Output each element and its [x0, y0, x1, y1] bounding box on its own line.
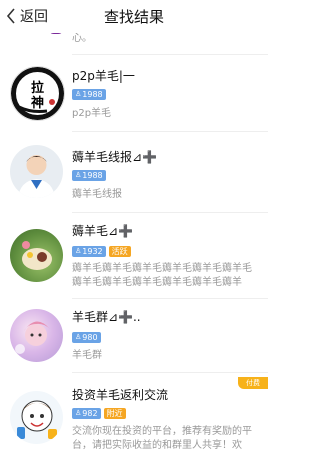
avatar — [10, 145, 63, 198]
list-item-name: 投资羊毛返利交流 — [72, 388, 169, 402]
person-icon: ♙ — [75, 409, 82, 417]
list-item[interactable]: 羊毛群⊿➕.. ♙ 980 羊毛群 — [0, 299, 268, 372]
avatar — [10, 391, 63, 444]
list-item[interactable]: 薅羊毛⊿➕ ♙ 1932 活跃 薅羊毛薅羊毛薅羊毛薅羊毛薅羊毛薅羊毛薅羊毛薅羊毛… — [0, 213, 268, 298]
badge-group: ♙ 1988 — [72, 170, 106, 181]
active-badge: 活跃 — [108, 246, 131, 257]
list-item[interactable]: 付费 投资羊毛返利交流 ♙ 982 附近 交流你现在投资的平台，推荐有奖励的平台… — [0, 373, 268, 454]
avatar-char-1: 拉 — [31, 80, 44, 96]
member-count-badge: ♙ 1988 — [72, 170, 106, 181]
list-item-name: p2p羊毛|一 — [72, 69, 135, 83]
avatar: 拉 神 — [10, 66, 65, 121]
list-item-desc: 薅羊毛线报 — [72, 189, 122, 200]
list-item-desc: p2p羊毛 — [72, 108, 112, 119]
paid-tag: 付费 — [238, 377, 268, 389]
list-item[interactable]: 拉 神 p2p羊毛|一 ♙ 1988 p2p羊毛 — [0, 55, 268, 131]
person-icon: ♙ — [75, 171, 82, 179]
list-item-name: 薅羊毛线报⊿➕ — [72, 150, 157, 164]
avatar — [10, 229, 63, 282]
avatar-char-2: 神 — [31, 95, 44, 111]
nearby-badge: 附近 — [103, 408, 126, 419]
member-count-badge: ♙ 1932 — [72, 246, 106, 257]
badge-group: ♙ 980 — [72, 332, 101, 343]
member-count-badge: ♙ 982 — [72, 408, 101, 419]
list-item-desc: 羊毛群 — [72, 350, 102, 361]
list-item-desc: 薅羊毛薅羊毛薅羊毛薅羊毛薅羊毛薅羊毛薅羊毛薅羊毛薅羊毛薅羊毛薅羊毛薅羊毛... — [72, 263, 252, 288]
badge-group: ♙ 1932 活跃 — [72, 246, 131, 257]
badge-group: ♙ 1988 — [72, 89, 106, 100]
avatar — [10, 309, 63, 362]
list-item[interactable]: 薅羊毛线报⊿➕ ♙ 1988 薅羊毛线报 — [0, 132, 268, 212]
page-title: 查找结果 — [103, 8, 164, 26]
person-icon: ♙ — [75, 90, 82, 98]
top-bar: 返回 查找结果 — [0, 0, 268, 33]
member-count-badge: ♙ 980 — [72, 332, 101, 343]
person-icon: ♙ — [75, 333, 82, 341]
person-icon: ♙ — [75, 247, 82, 255]
list-item-desc: 心。 — [72, 33, 92, 44]
member-count-badge: ♙ 1988 — [72, 89, 106, 100]
list-item-name: 羊毛群⊿➕.. — [72, 310, 141, 324]
list-item-name: 薅羊毛⊿➕ — [72, 224, 133, 238]
list-item-desc: 交流你现在投资的平台，推荐有奖励的平台，请把实际收益的和群里人共享！欢迎... — [72, 426, 252, 451]
badge-group: ♙ 982 附近 — [72, 408, 126, 419]
